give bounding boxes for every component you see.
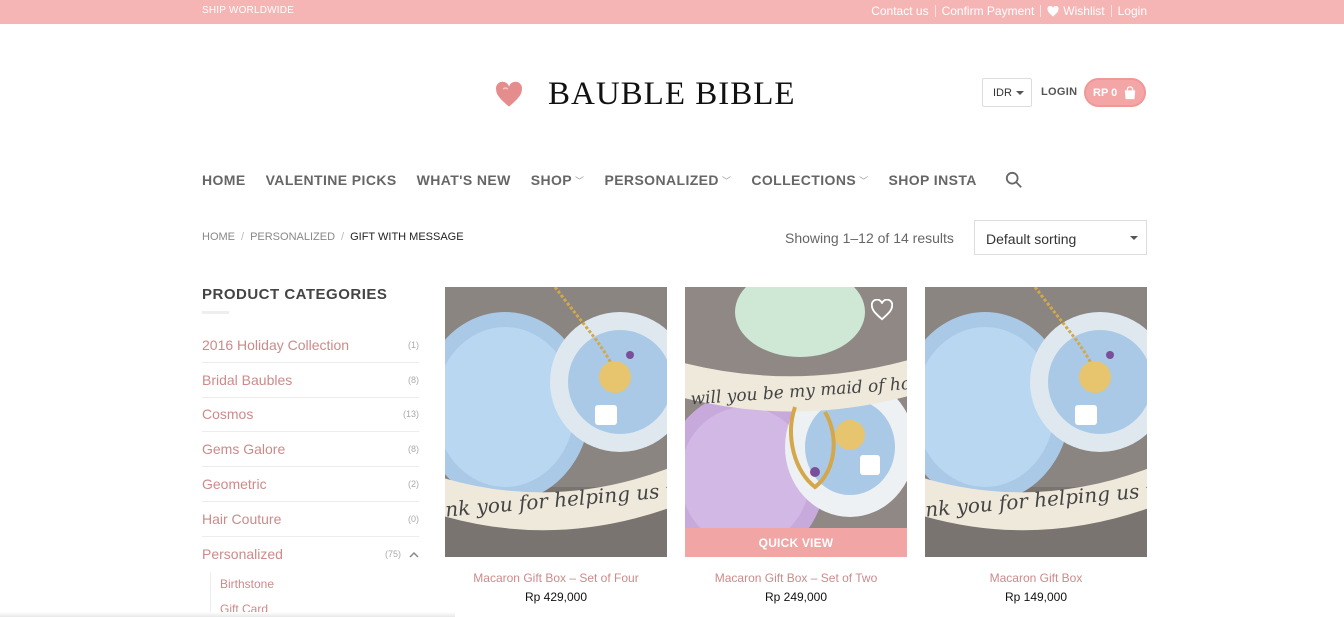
caret-down-icon (1016, 91, 1024, 95)
cart-button[interactable]: RP 0 (1084, 78, 1146, 107)
category-item[interactable]: Hair Couture (0) (202, 502, 419, 537)
heart-icon[interactable] (871, 299, 893, 321)
product-name[interactable]: Macaron Gift Box – Set of Two (685, 571, 907, 585)
category-name: Geometric (202, 476, 267, 493)
category-list: 2016 Holiday Collection (1) Bridal Bauble… (202, 328, 419, 617)
divider (1040, 5, 1042, 17)
category-count: (1) (408, 339, 419, 350)
wishlist-label: Wishlist (1063, 4, 1105, 18)
brand-name: BAUBLE BIBLE (548, 76, 796, 112)
chevron-down-icon: ﹀ (575, 175, 585, 186)
nav-shop-insta[interactable]: SHOP INSTA (888, 172, 976, 188)
nav-shop-label: SHOP (530, 172, 573, 188)
product-name[interactable]: Macaron Gift Box (925, 571, 1147, 585)
currency-select[interactable]: IDR (982, 78, 1032, 107)
nav-home[interactable]: HOME (202, 172, 246, 188)
product-photo: nk you for helping us tie th (445, 287, 667, 557)
breadcrumb-separator: / (341, 231, 345, 243)
category-name: Hair Couture (202, 510, 282, 527)
product-categories-title: PRODUCT CATEGORIES (202, 286, 388, 303)
login-link[interactable]: Login (1118, 4, 1147, 18)
nav-personalized-label: PERSONALIZED (604, 172, 719, 188)
main-nav: HOME VALENTINE PICKS WHAT'S NEW SHOP ﹀ PE… (202, 171, 1023, 189)
title-underline (202, 311, 229, 314)
product-card[interactable]: nk you for helping us tie th Macaron Gif… (445, 287, 667, 604)
breadcrumb-separator: / (241, 231, 245, 243)
chevron-down-icon: ﹀ (721, 175, 732, 186)
category-name: Personalized (202, 546, 283, 563)
chevron-up-icon[interactable] (409, 551, 419, 558)
product-price: Rp 149,000 (1004, 590, 1068, 604)
category-meta: (75) (385, 549, 419, 559)
result-count: Showing 1–12 of 14 results (785, 230, 954, 246)
ship-worldwide-label: SHIP WORLDWIDE (202, 5, 295, 16)
product-name[interactable]: Macaron Gift Box – Set of Four (445, 571, 667, 585)
quick-view-button[interactable]: QUICK VIEW (685, 528, 907, 557)
divider (1110, 5, 1112, 17)
header-login-link[interactable]: LOGIN (1041, 86, 1077, 98)
category-item[interactable]: Geometric (2) (202, 467, 419, 502)
nav-collections[interactable]: COLLECTIONS ﹀ (751, 172, 868, 188)
category-item[interactable]: 2016 Holiday Collection (1) (202, 328, 419, 363)
category-name: Bridal Baubles (202, 371, 293, 388)
nav-valentine-picks[interactable]: VALENTINE PICKS (266, 172, 397, 188)
site-logo[interactable]: BAUBLE BIBLE (495, 76, 796, 113)
top-bar: SHIP WORLDWIDE Contact us Confirm Paymen… (0, 0, 1344, 24)
top-links: Contact us Confirm Payment Wishlist Logi… (871, 4, 1147, 18)
nav-personalized[interactable]: PERSONALIZED ﹀ (604, 172, 731, 188)
product-card[interactable]: nk you for helping us tie th Macaron Gif… (925, 287, 1147, 604)
currency-value: IDR (993, 86, 1012, 99)
shopping-bag-icon (1125, 85, 1136, 99)
caret-down-icon (1130, 236, 1138, 240)
nav-collections-label: COLLECTIONS (751, 172, 857, 188)
category-count: (2) (408, 479, 419, 490)
wishlist-link[interactable]: Wishlist (1047, 4, 1105, 18)
chevron-down-icon: ﹀ (859, 175, 869, 186)
product-image[interactable]: nk you for helping us tie th (445, 287, 667, 557)
horizontal-scroll-shadow (0, 612, 455, 617)
category-item[interactable]: Bridal Baubles (8) (202, 363, 419, 398)
contact-us-link[interactable]: Contact us (871, 4, 928, 18)
category-item[interactable]: Gems Galore (8) (202, 432, 419, 468)
cart-total: RP 0 (1093, 86, 1118, 99)
category-count: (75) (384, 549, 401, 560)
breadcrumb: HOME / PERSONALIZED / GIFT WITH MESSAGE (202, 231, 464, 243)
product-card[interactable]: will you be my maid of honour QUICK VIEW… (685, 287, 907, 604)
category-count: (8) (408, 444, 419, 455)
category-item[interactable]: Cosmos (13) (202, 398, 419, 433)
search-icon[interactable] (1005, 171, 1023, 189)
subcategory-birthstone[interactable]: Birthstone (220, 572, 419, 597)
product-photo: will you be my maid of honour (685, 287, 907, 557)
category-count: (13) (402, 409, 419, 420)
nav-shop[interactable]: SHOP ﹀ (531, 172, 585, 188)
nav-whats-new[interactable]: WHAT'S NEW (417, 172, 511, 188)
category-name: 2016 Holiday Collection (202, 336, 350, 353)
category-name: Cosmos (202, 406, 254, 423)
product-price: Rp 429,000 (524, 590, 588, 604)
product-photo: nk you for helping us tie th (925, 287, 1147, 557)
heart-logo-icon (496, 81, 522, 107)
sorting-value: Default sorting (986, 231, 1077, 247)
breadcrumb-personalized[interactable]: PERSONALIZED (250, 231, 335, 243)
breadcrumb-home[interactable]: HOME (202, 231, 235, 243)
category-item-personalized[interactable]: Personalized (75) (202, 537, 419, 572)
divider (934, 5, 936, 17)
product-image[interactable]: will you be my maid of honour QUICK VIEW (685, 287, 907, 557)
sorting-select[interactable]: Default sorting (974, 220, 1147, 255)
product-image[interactable]: nk you for helping us tie th (925, 287, 1147, 557)
confirm-payment-link[interactable]: Confirm Payment (942, 4, 1035, 18)
category-name: Gems Galore (202, 441, 286, 458)
breadcrumb-current: GIFT WITH MESSAGE (350, 231, 464, 243)
category-count: (0) (408, 513, 419, 524)
product-price: Rp 249,000 (764, 590, 828, 604)
heart-icon (1047, 5, 1059, 16)
category-count: (8) (408, 374, 419, 385)
subcategory-list: Birthstone Gift Card (210, 571, 419, 617)
